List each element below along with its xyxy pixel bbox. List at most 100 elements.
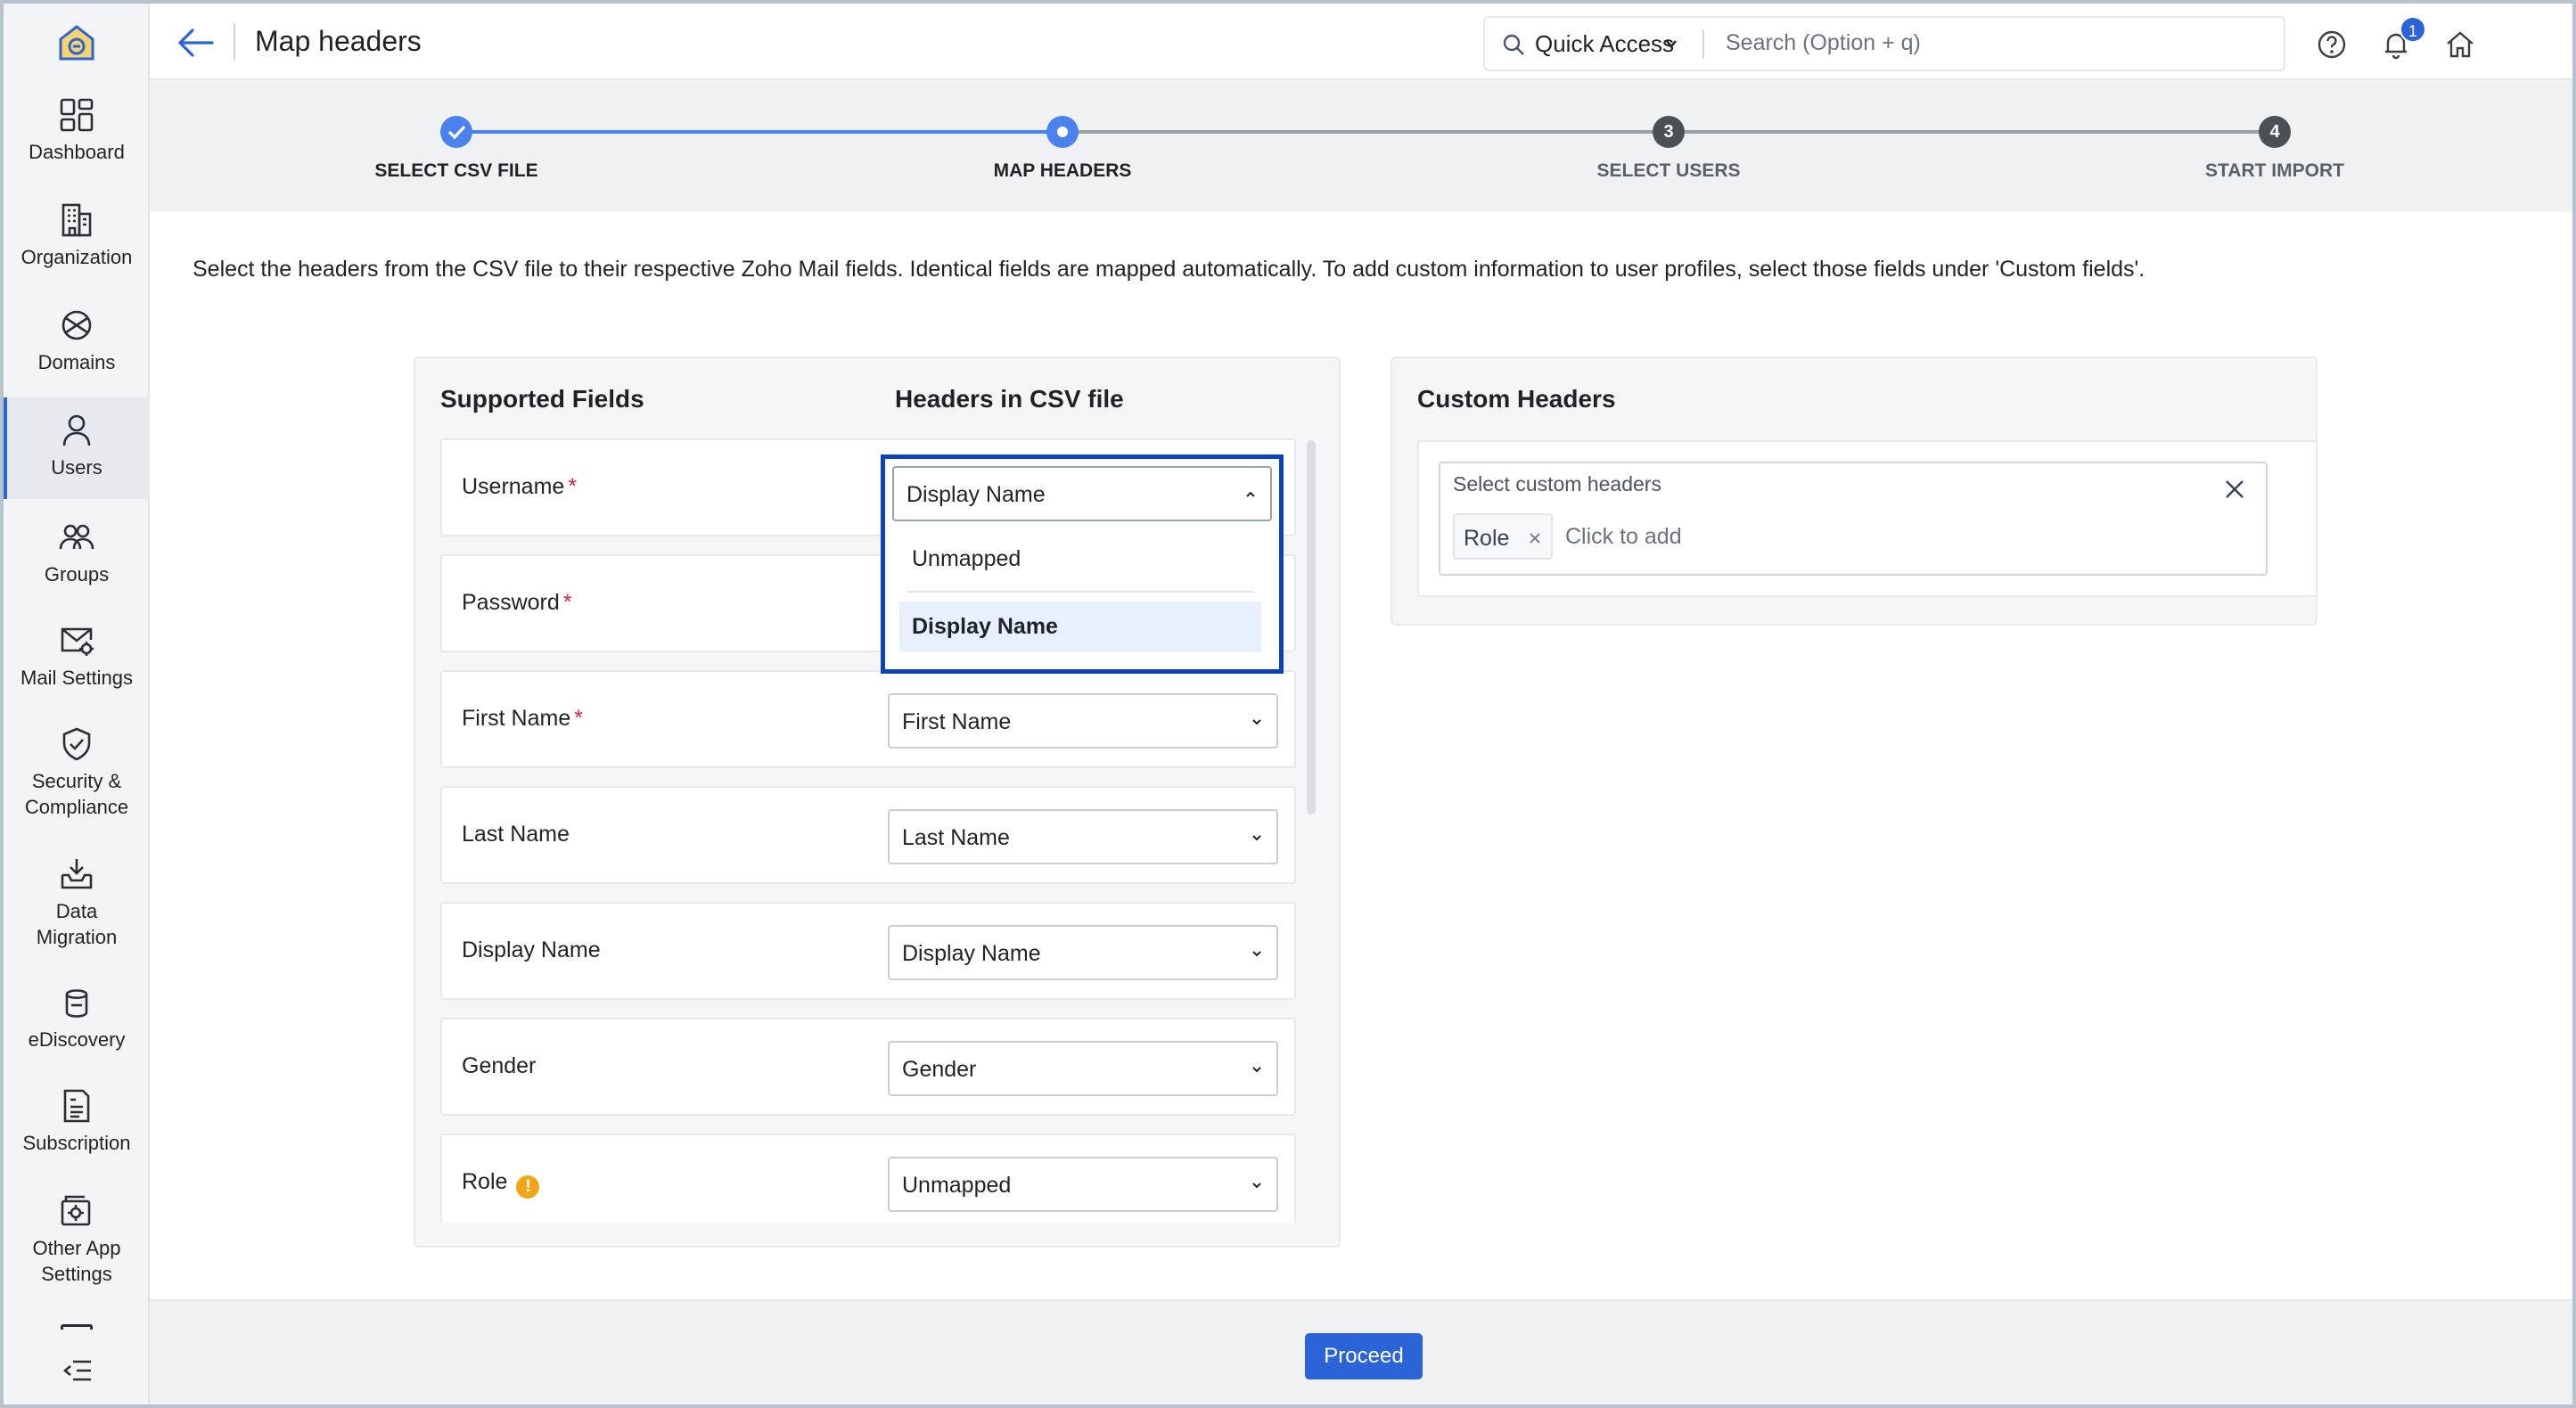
chevron-down-icon (1252, 719, 1261, 725)
search-bar[interactable]: Quick Access Search (Option + q) (1483, 16, 2285, 71)
sidebar-item-users[interactable]: Users (4, 397, 150, 499)
search-icon (1503, 34, 1524, 55)
group-icon (59, 524, 94, 550)
select-value: Unmapped (902, 1173, 1012, 1198)
select-value: Last Name (902, 825, 1010, 850)
username-header-dropdown-open: Display Name Unmapped Display Name (881, 454, 1284, 674)
mapping-row-last-name: Last Name Last Name (440, 786, 1296, 884)
csv-header-select[interactable]: Unmapped (888, 1157, 1278, 1212)
field-label: First Name * (462, 706, 583, 731)
chip-label: Role (1464, 526, 1510, 551)
sidebar-item-other-app-settings[interactable]: Other App Settings (4, 1192, 150, 1301)
field-label: Gender (462, 1053, 537, 1078)
sidebar-item-data-migration[interactable]: Data Migration (4, 855, 150, 964)
app-window: Dashboard Organization Domains Users Gro… (0, 0, 2576, 1408)
search-input[interactable]: Search (Option + q) (1726, 30, 1921, 56)
mapping-list-scrollbar[interactable] (1307, 440, 1316, 815)
chevron-down-icon (1252, 1183, 1261, 1189)
custom-headers-panel: Custom Headers Select custom headers Rol… (1391, 356, 2318, 626)
sidebar-item-label: Other App Settings (32, 1237, 121, 1285)
dropdown-option-display-name[interactable]: Display Name (899, 602, 1261, 651)
chevron-up-icon (1246, 491, 1255, 497)
custom-headers-input[interactable]: Click to add (1565, 524, 1682, 550)
mapping-row-gender: Gender Gender (440, 1018, 1296, 1116)
sidebar-item-dashboard[interactable]: Dashboard (4, 96, 150, 182)
csv-header-select[interactable]: Display Name (888, 925, 1278, 980)
sidebar: Dashboard Organization Domains Users Gro… (4, 4, 150, 1404)
divider (907, 591, 1254, 593)
app-settings-icon (61, 1195, 91, 1226)
chevron-down-icon (1252, 951, 1261, 957)
required-marker: * (562, 590, 572, 615)
ediscovery-icon (65, 989, 88, 1018)
dropdown-option-unmapped[interactable]: Unmapped (899, 534, 1261, 584)
custom-headers-multiselect[interactable]: Select custom headers Role Click to add (1439, 462, 2268, 576)
step-connector (456, 130, 1062, 134)
step-label: SELECT CSV FILE (374, 160, 538, 181)
main-content: Select the headers from the CSV file to … (150, 212, 2572, 1299)
sidebar-item-label: Groups (44, 563, 110, 585)
field-label: Display Name (462, 937, 601, 962)
help-icon[interactable] (2316, 29, 2348, 61)
mail-settings-icon (61, 627, 94, 656)
sidebar-item-label: Organization (21, 246, 133, 268)
quick-access-dropdown[interactable]: Quick Access (1535, 30, 1674, 58)
chevron-down-icon (1252, 835, 1261, 841)
sidebar-item-label: Subscription (22, 1132, 131, 1154)
sidebar-item-domains[interactable]: Domains (4, 307, 150, 392)
page-title: Map headers (255, 25, 422, 57)
divider (234, 23, 235, 61)
sidebar-item-subscription[interactable]: Subscription (4, 1087, 150, 1173)
user-icon (62, 414, 91, 446)
mapping-row-first-name: First Name * First Name (440, 670, 1296, 768)
invoice-icon (63, 1089, 90, 1123)
download-tray-icon (61, 859, 93, 889)
step-number: 3 (1653, 116, 1685, 148)
step-done-check-icon (440, 116, 472, 148)
csv-header-select[interactable]: Display Name (892, 466, 1272, 521)
csv-headers-heading: Headers in CSV file (895, 385, 1124, 413)
step-label: SELECT USERS (1596, 160, 1741, 181)
collapse-sidebar-icon[interactable] (62, 1358, 93, 1383)
sidebar-overflow-hint (61, 1324, 93, 1330)
zoho-mail-admin-logo[interactable] (55, 21, 98, 64)
warning-icon[interactable]: ! (516, 1175, 540, 1199)
shield-icon (62, 727, 91, 761)
divider (1702, 30, 1704, 59)
globe-icon (62, 310, 92, 340)
sidebar-item-security-compliance[interactable]: Security & Compliance (4, 725, 150, 834)
notification-badge: 1 (2400, 16, 2426, 43)
required-marker: * (568, 474, 578, 499)
field-label: Role! (462, 1169, 540, 1199)
select-value: Display Name (902, 941, 1041, 966)
mapping-row-role: Role! Unmapped (440, 1134, 1296, 1223)
home-icon[interactable] (2444, 29, 2476, 61)
sidebar-item-label: Data Migration (36, 900, 118, 948)
sidebar-item-organization[interactable]: Organization (4, 201, 150, 287)
select-value: Gender (902, 1057, 977, 1082)
chevron-down-icon (1252, 1067, 1261, 1073)
sidebar-item-groups[interactable]: Groups (4, 519, 150, 604)
csv-header-select[interactable]: Gender (888, 1041, 1278, 1096)
sidebar-item-label: Dashboard (29, 141, 125, 163)
back-arrow-icon[interactable] (176, 25, 216, 61)
custom-headers-card: Select custom headers Role Click to add (1417, 440, 2318, 597)
sidebar-item-ediscovery[interactable]: eDiscovery (4, 984, 150, 1069)
step-label: MAP HEADERS (993, 160, 1132, 181)
csv-header-select[interactable]: Last Name (888, 809, 1278, 864)
sidebar-item-label: Domains (37, 351, 116, 373)
sidebar-item-label: Security & Compliance (24, 770, 129, 818)
field-label: Password * (462, 590, 572, 615)
mapping-row-display-name: Display Name Display Name (440, 902, 1296, 1000)
chevron-down-icon (1666, 40, 1677, 48)
sidebar-item-label: eDiscovery (28, 1028, 126, 1051)
proceed-button[interactable]: Proceed (1305, 1333, 1423, 1379)
select-value: Display Name (907, 482, 1046, 507)
step-number: 4 (2259, 116, 2291, 148)
field-label: Username * (462, 474, 578, 499)
remove-chip-icon[interactable] (1528, 531, 1542, 545)
sidebar-item-mail-settings[interactable]: Mail Settings (4, 622, 150, 708)
clear-icon[interactable] (2223, 478, 2246, 501)
csv-header-select[interactable]: First Name (888, 693, 1278, 749)
top-bar: Map headers Quick Access Search (Option … (150, 4, 2572, 80)
